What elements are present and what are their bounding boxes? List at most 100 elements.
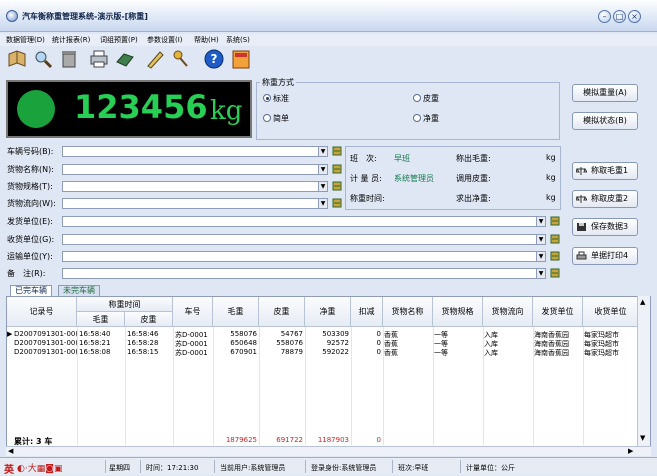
goods-flow-combo[interactable]: ▼	[62, 198, 328, 209]
col-header-goods-name[interactable]: 货物名称	[383, 297, 433, 327]
col-header-net[interactable]: 净重	[305, 297, 351, 327]
scroll-up-icon[interactable]: ▲	[640, 298, 645, 306]
trash-icon[interactable]	[58, 48, 80, 70]
book-icon[interactable]	[6, 48, 28, 70]
vertical-scrollbar[interactable]: ▲ ▼	[637, 296, 650, 456]
cell-time-gross: 16:58:21	[79, 339, 111, 347]
menu-system[interactable]: 系统(S)	[226, 35, 250, 45]
scroll-right-icon[interactable]: ▶	[628, 447, 633, 455]
cell-record: D2007091301-00(	[14, 339, 77, 347]
menu-bar: 数据管理(D) 统计报表(R) 词组预置(P) 参数设置(I) 帮助(H) 系统…	[0, 34, 657, 46]
weighing-info-panel: 班 次: 早班 称出毛重: kg 计 量 员: 系统管理员 调用皮重: kg 称…	[345, 146, 561, 210]
sender-combo[interactable]: ▼	[62, 216, 546, 227]
goods-name-combo[interactable]: ▼	[62, 164, 328, 175]
col-header-tare[interactable]: 皮重	[259, 297, 305, 327]
menu-help[interactable]: 帮助(H)	[194, 35, 219, 45]
weight-display: 123456 kg	[6, 80, 252, 138]
total-tare: 691722	[276, 436, 303, 444]
horizontal-scrollbar[interactable]: ◀ ▶	[6, 446, 651, 456]
dropdown-arrow-icon[interactable]: ▼	[536, 252, 545, 261]
cell-tare: 558076	[276, 339, 303, 347]
field-label-carrier: 运输单位(Y):	[7, 252, 53, 261]
col-header-time-tare[interactable]: 皮重	[125, 312, 173, 327]
dropdown-arrow-icon[interactable]: ▼	[536, 269, 545, 278]
cell-net: 92572	[326, 339, 349, 347]
cell-record: D2007091301-00(	[14, 348, 77, 356]
tab-pending[interactable]: 未完车辆	[58, 285, 100, 296]
app-icon	[6, 10, 18, 22]
col-header-goods-flow[interactable]: 货物流向	[483, 297, 533, 327]
minimize-button[interactable]: –	[598, 10, 611, 23]
col-header-deduct[interactable]: 扣减	[351, 297, 383, 327]
dropdown-arrow-icon[interactable]: ▼	[318, 199, 327, 208]
weigh-tare-button[interactable]: 称取皮重2	[572, 190, 638, 208]
col-header-gross[interactable]: 毛重	[213, 297, 259, 327]
help-icon[interactable]: ?	[203, 48, 225, 70]
simulate-weight-button[interactable]: 模拟重量(A)	[572, 84, 638, 102]
pick-icon[interactable]	[550, 251, 560, 261]
pick-icon[interactable]	[550, 234, 560, 244]
menu-settings[interactable]: 参数设置(I)	[147, 35, 183, 45]
radio-standard[interactable]: 标准	[263, 93, 289, 104]
status-unit: 计量单位：公斤	[466, 464, 515, 472]
field-label-goods-name: 货物名称(N):	[7, 165, 54, 174]
scroll-left-icon[interactable]: ◀	[8, 447, 13, 455]
ime-indicator[interactable]: 英	[4, 461, 14, 476]
col-header-time-gross[interactable]: 毛重	[77, 312, 125, 327]
cell-time-gross: 16:58:08	[79, 348, 111, 356]
menu-data[interactable]: 数据管理(D)	[6, 35, 45, 45]
pick-icon[interactable]	[332, 181, 342, 191]
menu-preset[interactable]: 词组预置(P)	[100, 35, 138, 45]
tab-completed[interactable]: 已完车辆	[10, 285, 52, 296]
dropdown-arrow-icon[interactable]: ▼	[318, 147, 327, 156]
pick-icon[interactable]	[550, 216, 560, 226]
cell-net: 503309	[322, 330, 349, 338]
col-header-receiver[interactable]: 收货单位	[583, 297, 639, 327]
pick-icon[interactable]	[332, 164, 342, 174]
col-header-sender[interactable]: 发货单位	[533, 297, 583, 327]
window-title: 汽车衡称重管理系统-演示版-[称重]	[22, 12, 148, 21]
dropdown-arrow-icon[interactable]: ▼	[318, 165, 327, 174]
scroll-down-icon[interactable]: ▼	[640, 434, 645, 442]
dropdown-arrow-icon[interactable]: ▼	[318, 182, 327, 191]
col-header-weigh-time[interactable]: 称重时间	[77, 297, 173, 312]
cell-receiver: 每家玛超市	[584, 349, 619, 357]
print-ticket-button[interactable]: 单据打印4	[572, 247, 638, 265]
dropdown-arrow-icon[interactable]: ▼	[536, 235, 545, 244]
pick-icon[interactable]	[332, 146, 342, 156]
receiver-combo[interactable]: ▼	[62, 234, 546, 245]
ime-tools-icon[interactable]: ◐·大▦◙▣	[17, 461, 62, 474]
dropdown-arrow-icon[interactable]: ▼	[536, 217, 545, 226]
col-header-goods-spec[interactable]: 货物规格	[433, 297, 483, 327]
col-header-record[interactable]: 记录号	[7, 297, 77, 327]
weigh-gross-button[interactable]: 称取毛重1	[572, 162, 638, 180]
remarks-combo[interactable]: ▼	[62, 268, 546, 279]
radio-simple[interactable]: 简单	[263, 113, 289, 124]
keys-icon[interactable]	[170, 48, 192, 70]
cell-gross: 558076	[230, 330, 257, 338]
radio-tare[interactable]: 皮重	[413, 93, 439, 104]
plate-combo[interactable]: ▼	[62, 146, 328, 157]
simulate-status-button[interactable]: 模拟状态(B)	[572, 112, 638, 130]
pick-icon[interactable]	[550, 268, 560, 278]
col-header-plate[interactable]: 车号	[173, 297, 213, 327]
menu-report[interactable]: 统计报表(R)	[52, 35, 90, 45]
mode-legend: 称重方式	[260, 77, 296, 88]
maximize-button[interactable]: □	[613, 10, 626, 23]
gross-label: 称出毛重:	[456, 154, 491, 163]
close-button[interactable]: ×	[628, 10, 641, 23]
printer-icon[interactable]	[88, 48, 110, 70]
carrier-combo[interactable]: ▼	[62, 251, 546, 262]
export-icon[interactable]	[114, 48, 136, 70]
goods-spec-combo[interactable]: ▼	[62, 181, 328, 192]
pick-icon[interactable]	[332, 198, 342, 208]
shift-label: 班 次:	[350, 154, 377, 163]
cell-sender: 海南香蕉园	[534, 349, 569, 357]
cell-deduct: 0	[376, 339, 381, 347]
find-icon[interactable]	[32, 48, 54, 70]
save-data-button[interactable]: 保存数据3	[572, 218, 638, 236]
pen-icon[interactable]	[144, 48, 166, 70]
exit-icon[interactable]	[230, 48, 252, 70]
radio-net[interactable]: 净重	[413, 113, 439, 124]
status-led	[17, 90, 55, 128]
